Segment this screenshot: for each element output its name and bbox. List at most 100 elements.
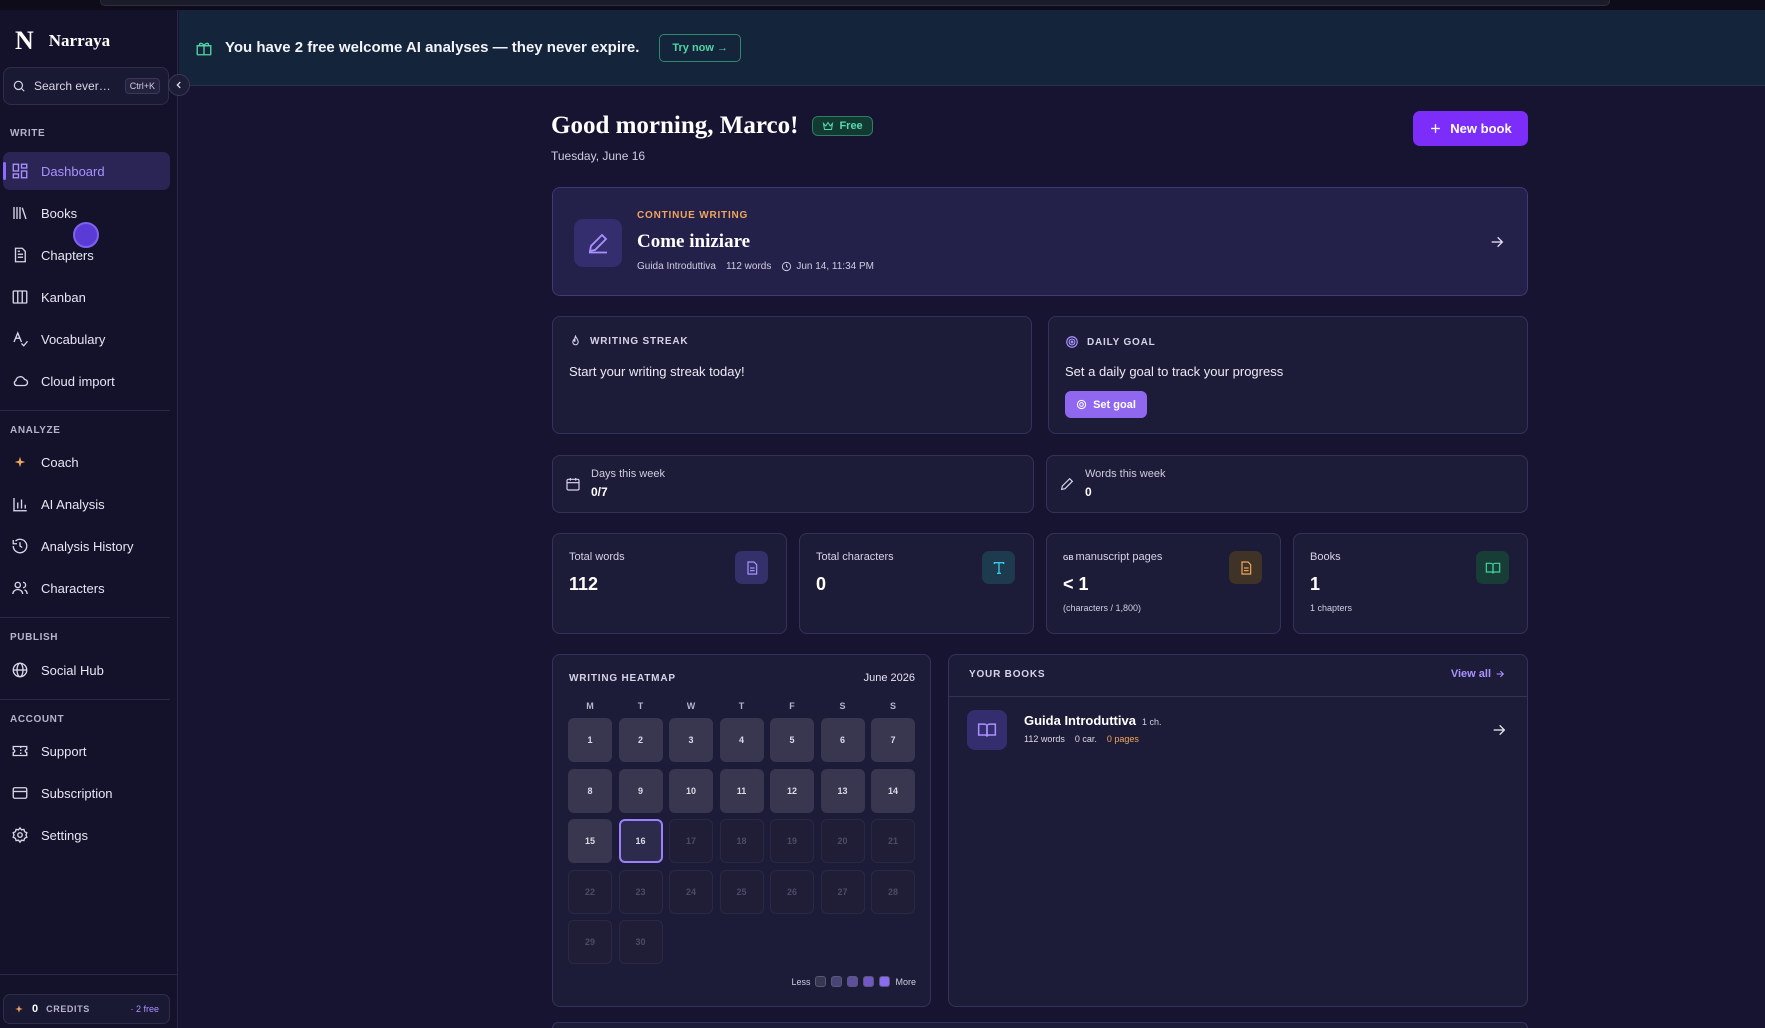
heatmap-day[interactable]: 28 bbox=[871, 869, 915, 914]
goal-text: Set a daily goal to track your progress bbox=[1065, 364, 1284, 379]
stat-label-text: manuscript pages bbox=[1075, 551, 1163, 563]
pen-icon bbox=[588, 233, 608, 254]
heatmap-day[interactable]: 17 bbox=[669, 819, 713, 863]
continue-writing-card[interactable]: CONTINUE WRITING Come iniziare Guida Int… bbox=[552, 187, 1528, 296]
sidebar-item-dashboard[interactable]: Dashboard bbox=[3, 152, 170, 190]
days-this-week-card: Days this week 0/7 bbox=[552, 455, 1034, 513]
writing-streak-card: WRITING STREAK Start your writing streak… bbox=[552, 316, 1032, 434]
heatmap-day[interactable]: 30 bbox=[618, 920, 663, 964]
heatmap-day[interactable]: 11 bbox=[719, 768, 764, 813]
search-input[interactable]: Search ever… Ctrl+K bbox=[3, 67, 169, 105]
sidebar-item-social-hub[interactable]: Social Hub bbox=[3, 651, 170, 689]
credits-widget[interactable]: 0 CREDITS · 2 free bbox=[3, 994, 170, 1024]
sidebar-item-settings[interactable]: Settings bbox=[3, 816, 170, 854]
sidebar-item-ai-analysis[interactable]: AI Analysis bbox=[3, 485, 170, 523]
heatmap-day[interactable]: 25 bbox=[719, 869, 764, 914]
sidebar-item-kanban[interactable]: Kanban bbox=[3, 278, 170, 316]
set-goal-button[interactable]: Set goal bbox=[1065, 391, 1147, 418]
heatmap-day[interactable]: 2 bbox=[618, 718, 663, 762]
heatmap-day[interactable]: 22 bbox=[568, 869, 612, 914]
heatmap-day[interactable]: 5 bbox=[770, 718, 814, 762]
heatmap-day[interactable]: 7 bbox=[871, 718, 915, 762]
sidebar-item-analysis-history[interactable]: Analysis History bbox=[3, 527, 170, 565]
stat-value: 1 bbox=[1310, 574, 1321, 594]
legend-swatch bbox=[863, 976, 875, 987]
sidebar-item-coach[interactable]: Coach bbox=[3, 443, 170, 481]
heatmap-day[interactable]: 18 bbox=[719, 819, 764, 863]
heatmap-day[interactable]: 3 bbox=[669, 718, 713, 762]
legend-swatches bbox=[815, 976, 891, 987]
heatmap-day[interactable]: 15 bbox=[568, 819, 612, 863]
book-name: Guida Introduttiva bbox=[637, 261, 716, 272]
sidebar-item-support[interactable]: Support bbox=[3, 732, 170, 770]
stat-value: < 1 bbox=[1063, 574, 1089, 594]
books-count-card: Books 1 1 chapters bbox=[1293, 533, 1528, 634]
book-list-item[interactable]: Guida Introduttiva 1 ch. 112 words 0 car.… bbox=[967, 710, 1507, 754]
sidebar-item-cloud-import[interactable]: Cloud import bbox=[3, 362, 170, 400]
new-book-button[interactable]: New book bbox=[1413, 111, 1528, 146]
heatmap-day[interactable]: 13 bbox=[820, 768, 865, 813]
divider bbox=[0, 974, 178, 975]
sidebar-item-characters[interactable]: Characters bbox=[3, 569, 170, 607]
heatmap-day[interactable]: 10 bbox=[669, 768, 713, 813]
weekday-label: W bbox=[686, 701, 696, 711]
sidebar-item-subscription[interactable]: Subscription bbox=[3, 774, 170, 812]
heatmap-day[interactable]: 27 bbox=[820, 869, 865, 914]
book-meta: 112 words 0 car. 0 pages bbox=[1024, 734, 1139, 744]
heatmap-day[interactable]: 16 bbox=[618, 819, 663, 863]
open-book-icon bbox=[1485, 562, 1500, 573]
heatmap-day[interactable]: 1 bbox=[568, 718, 612, 762]
document-icon bbox=[1240, 560, 1251, 575]
kanban-icon bbox=[12, 290, 28, 304]
heatmap-day[interactable]: 24 bbox=[669, 869, 713, 914]
heatmap-day[interactable]: 20 bbox=[820, 819, 865, 863]
brand[interactable]: N Narraya bbox=[15, 26, 110, 56]
app-logo: N bbox=[15, 26, 34, 55]
heatmap-day[interactable]: 29 bbox=[568, 920, 612, 964]
chapter-title: Come iniziare bbox=[637, 231, 751, 252]
heatmap-day[interactable]: 6 bbox=[820, 718, 865, 762]
stat-tile bbox=[982, 551, 1015, 584]
greeting: Good morning, Marco! Free bbox=[551, 112, 873, 140]
heatmap-day[interactable]: 12 bbox=[770, 768, 814, 813]
heatmap-day[interactable]: 9 bbox=[618, 768, 663, 813]
stat-sub: 1 chapters bbox=[1310, 603, 1353, 613]
arrow-right-icon bbox=[1496, 670, 1505, 678]
collapse-sidebar-button[interactable] bbox=[168, 74, 190, 96]
heatmap-day[interactable]: 4 bbox=[719, 718, 764, 762]
globe-icon bbox=[12, 662, 28, 678]
weekday-label: S bbox=[889, 701, 896, 711]
heatmap-day[interactable]: 21 bbox=[871, 819, 915, 863]
heatmap-day[interactable]: 23 bbox=[618, 869, 663, 914]
days-week-value: 0/7 bbox=[591, 485, 608, 499]
words-week-label: Words this week bbox=[1085, 468, 1166, 480]
legend-swatch bbox=[879, 976, 891, 987]
heatmap-day[interactable]: 8 bbox=[568, 768, 612, 813]
weekday-label: T bbox=[637, 701, 644, 711]
legend-swatch bbox=[847, 976, 859, 987]
section-write: WRITE bbox=[10, 128, 46, 139]
browser-top-edge bbox=[0, 0, 1765, 10]
manuscript-pages-card: GB manuscript pages < 1 (characters / 1,8… bbox=[1046, 533, 1281, 634]
plus-icon bbox=[1431, 124, 1441, 133]
search-placeholder: Search ever… bbox=[34, 79, 111, 93]
sidebar-item-vocabulary[interactable]: Vocabulary bbox=[3, 320, 170, 358]
target-icon bbox=[1076, 399, 1087, 410]
heatmap-day[interactable]: 26 bbox=[770, 869, 814, 914]
view-all-link[interactable]: View all bbox=[1451, 668, 1505, 680]
weekday-label: S bbox=[839, 701, 846, 711]
heatmap-day[interactable]: 14 bbox=[871, 768, 915, 813]
set-goal-label: Set goal bbox=[1093, 398, 1136, 411]
continue-kicker: CONTINUE WRITING bbox=[637, 210, 749, 221]
banner-message: You have 2 free welcome AI analyses — th… bbox=[225, 39, 640, 56]
last-edited-time: Jun 14, 11:34 PM bbox=[796, 261, 874, 272]
stat-value: 0 bbox=[816, 574, 827, 594]
try-now-button[interactable]: Try now → bbox=[659, 33, 741, 62]
section-publish: PUBLISH bbox=[10, 632, 59, 643]
heatmap-day[interactable]: 19 bbox=[770, 819, 814, 863]
sidebar-item-label: AI Analysis bbox=[41, 496, 105, 512]
open-book-icon bbox=[977, 723, 997, 737]
pen-tile bbox=[574, 219, 622, 267]
document-icon bbox=[746, 560, 757, 575]
streak-text: Start your writing streak today! bbox=[569, 364, 745, 379]
